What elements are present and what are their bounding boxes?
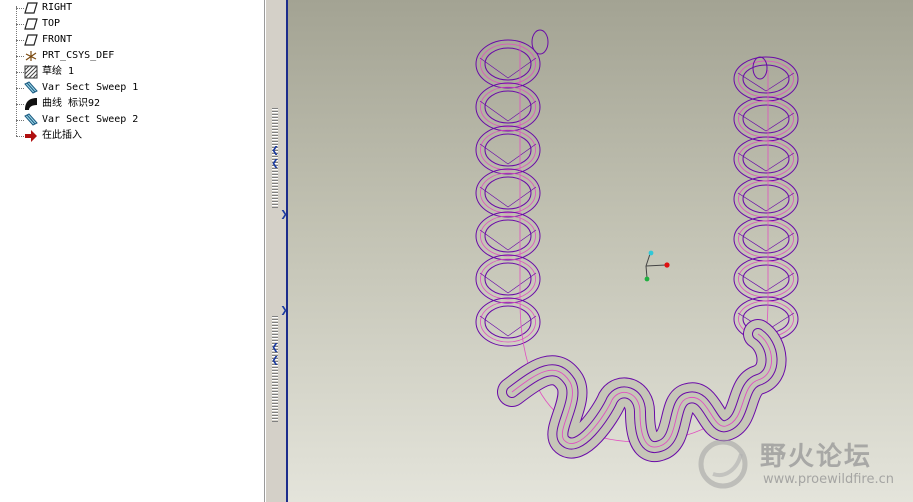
tree-item-sketch-1[interactable]: 草绘 1 <box>0 64 262 80</box>
coil-outer-edge <box>475 39 541 89</box>
coil-inner-edge <box>484 90 532 124</box>
coil-silhouette <box>737 112 795 132</box>
csys-y-axis <box>645 253 651 267</box>
tree-item-prt-csys-def[interactable]: PRT_CSYS_DEF <box>0 48 262 64</box>
splitter-grip[interactable] <box>272 108 278 208</box>
tree-branch <box>16 24 24 25</box>
tree-item-label: Var Sect Sweep 1 <box>42 82 139 93</box>
coil-inner-edge <box>484 176 532 210</box>
coil-inner-edge <box>742 104 790 134</box>
coil-inner-edge <box>484 262 532 296</box>
collapse-arrow-icon[interactable]: ❮ <box>270 159 280 169</box>
watermark-url: www.proewildfire.cn <box>763 472 894 487</box>
tree-item-label: 曲线 标识92 <box>42 98 101 109</box>
coil-end-cap <box>752 56 768 80</box>
tree-branch <box>16 8 24 9</box>
panel-splitter[interactable]: ❮ ❮ ❯ ❮ ❮ ❯ <box>265 0 288 502</box>
coil-inner-edge <box>484 47 532 81</box>
collapse-arrow-icon[interactable]: ❮ <box>270 343 280 353</box>
coil-outer-edge <box>733 216 799 262</box>
csys-z-axis <box>645 265 648 279</box>
coil-inner-edge <box>742 264 790 294</box>
coil-inner-edge <box>742 184 790 214</box>
tree-item-right[interactable]: RIGHT <box>0 0 262 16</box>
coil-outer-edge <box>475 82 541 132</box>
forum-logo-icon <box>698 439 748 489</box>
csys-z-marker <box>644 276 650 282</box>
coil-silhouette <box>479 143 537 165</box>
coil-silhouette <box>737 232 795 252</box>
tree-item-label: 在此插入 <box>42 130 82 141</box>
coil-silhouette <box>737 152 795 172</box>
model-tree-panel: RIGHT TOP FRONT PRT_CSYS_DEF 草绘 1 Var Se… <box>0 0 265 502</box>
coil-silhouette <box>479 57 537 79</box>
tree-item-top[interactable]: TOP <box>0 16 262 32</box>
coil-silhouette <box>479 186 537 208</box>
coil-silhouette <box>479 100 537 122</box>
datum-plane-icon <box>24 2 38 14</box>
csys-y-marker <box>648 250 654 256</box>
coil-outer-edge <box>475 211 541 261</box>
tree-item-label: FRONT <box>42 34 73 45</box>
coil-inner-edge <box>484 133 532 167</box>
coil-silhouette <box>479 315 537 337</box>
coordinate-system-icon <box>25 51 37 61</box>
coil-inner-edge <box>484 219 532 253</box>
coil-outer-edge <box>475 254 541 304</box>
graphics-viewport[interactable]: 野火论坛 www.proewildfire.cn <box>288 0 913 502</box>
tree-item-var-sect-sweep-1[interactable]: Var Sect Sweep 1 <box>0 80 262 96</box>
coil-inner-edge <box>742 224 790 254</box>
coil-inner-edge <box>742 64 790 94</box>
collapse-arrow-icon[interactable]: ❮ <box>270 356 280 366</box>
spring-model[interactable] <box>288 0 913 502</box>
insert-here-arrow-icon <box>25 130 37 142</box>
tree-item-label: TOP <box>42 18 61 29</box>
tree-branch <box>16 40 24 41</box>
tree-item-label: PRT_CSYS_DEF <box>42 50 115 61</box>
tree-branch <box>16 88 24 89</box>
tree-item-var-sect-sweep-2[interactable]: Var Sect Sweep 2 <box>0 112 262 128</box>
coil-inner-edge <box>742 144 790 174</box>
coil-outer-edge <box>733 256 799 302</box>
collapse-arrow-icon[interactable]: ❮ <box>270 146 280 156</box>
sketch-icon <box>24 65 38 79</box>
tree-branch <box>16 56 24 57</box>
coil-outer-edge <box>733 176 799 222</box>
tree-item-label: Var Sect Sweep 2 <box>42 114 139 125</box>
coil-outer-edge <box>475 297 541 347</box>
coil-outer-edge <box>475 168 541 218</box>
tree-branch <box>16 72 24 73</box>
curve-icon <box>25 98 37 110</box>
tree-item-label: 草绘 1 <box>42 66 75 77</box>
coil-silhouette <box>737 192 795 212</box>
datum-plane-icon <box>24 18 38 30</box>
coil-silhouette <box>479 272 537 294</box>
tree-branch <box>16 104 24 105</box>
watermark: 野火论坛 www.proewildfire.cn <box>695 434 895 494</box>
tree-branch <box>16 136 24 137</box>
tree-item-label: RIGHT <box>42 2 73 13</box>
tree-item-front[interactable]: FRONT <box>0 32 262 48</box>
tree-item-insert-here[interactable]: 在此插入 <box>0 128 262 144</box>
coil-outer-edge <box>475 125 541 175</box>
splitter-grip[interactable] <box>272 316 278 422</box>
coil-inner-edge <box>484 305 532 339</box>
var-sect-sweep-icon <box>24 113 38 126</box>
watermark-title: 野火论坛 <box>760 442 873 472</box>
coil-silhouette <box>479 229 537 251</box>
tree-item-curve-92[interactable]: 曲线 标识92 <box>0 96 262 112</box>
coil-silhouette <box>737 272 795 292</box>
tree-branch <box>16 120 24 121</box>
coil-silhouette <box>737 72 795 92</box>
var-sect-sweep-icon <box>24 81 38 94</box>
datum-plane-icon <box>24 34 38 46</box>
csys-x-marker <box>664 262 670 268</box>
coil-end-cap <box>531 29 549 55</box>
csys-x-axis <box>645 264 667 267</box>
coil-outer-edge <box>733 136 799 182</box>
coil-outer-edge <box>733 96 799 142</box>
